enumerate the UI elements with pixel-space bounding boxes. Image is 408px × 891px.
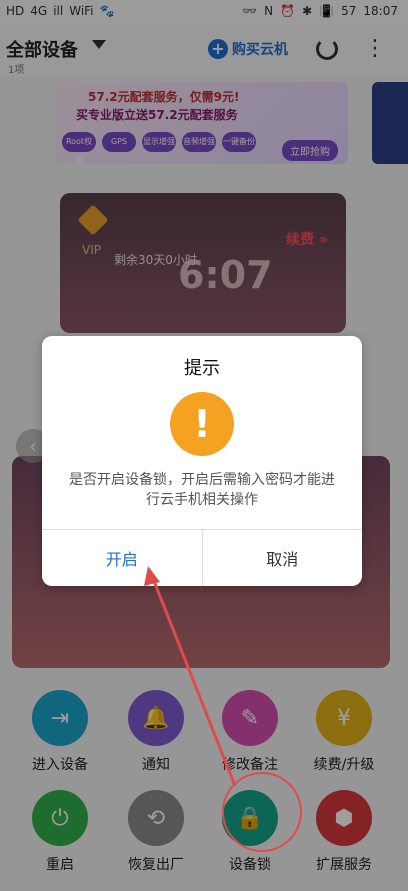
warning-icon: ! [170, 392, 234, 456]
dialog-title: 提示 [184, 358, 220, 379]
enable-button[interactable]: 开启 [42, 530, 203, 586]
cancel-button[interactable]: 取消 [203, 530, 363, 586]
annotation-circle [222, 772, 302, 852]
dialog-message: 是否开启设备锁，开启后需输入密码才能进行云手机相关操作 [69, 472, 335, 508]
confirm-dialog: 提示 ! 是否开启设备锁，开启后需输入密码才能进行云手机相关操作 开启 取消 [42, 336, 362, 586]
dialog-actions: 开启 取消 [42, 529, 362, 586]
